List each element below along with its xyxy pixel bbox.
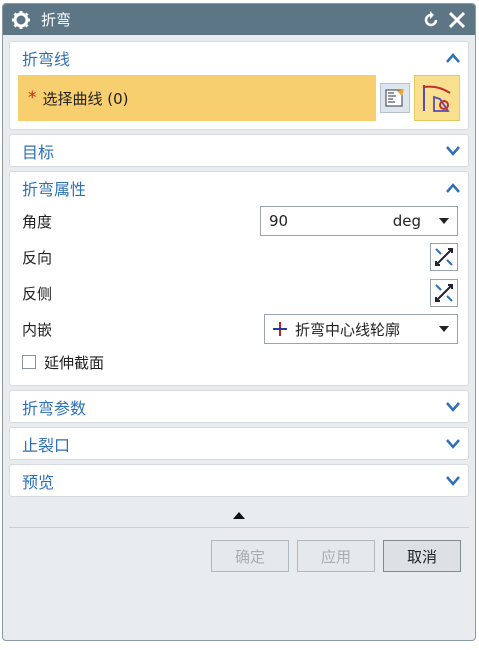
section-bend-params: 折弯参数 — [9, 390, 469, 423]
section-target-label: 目标 — [22, 142, 55, 162]
section-target: 目标 — [9, 134, 469, 167]
collapse-toggle[interactable] — [3, 503, 475, 527]
section-bend-params-header[interactable]: 折弯参数 — [10, 391, 468, 422]
section-bend-props-label: 折弯属性 — [22, 179, 87, 199]
dialog-footer: 确定 应用 取消 — [3, 528, 475, 572]
section-relief: 止裂口 — [9, 427, 469, 460]
section-bend-props: 折弯属性 角度 90 deg 反向 反侧 内嵌 折弯中心线轮廓 延伸截面 — [9, 171, 469, 386]
dropdown-arrow-icon[interactable] — [439, 218, 449, 224]
section-preview: 预览 — [9, 464, 469, 497]
section-relief-label: 止裂口 — [22, 435, 71, 455]
section-preview-label: 预览 — [22, 472, 55, 492]
triangle-up-icon — [233, 511, 245, 519]
apply-button[interactable]: 应用 — [297, 540, 375, 572]
section-bend-line-header[interactable]: 折弯线 — [10, 42, 468, 73]
gear-icon — [12, 10, 30, 29]
extend-section-label: 延伸截面 — [44, 353, 105, 372]
section-bend-props-header[interactable]: 折弯属性 — [10, 172, 468, 203]
section-bend-params-label: 折弯参数 — [22, 398, 87, 418]
select-curve-field[interactable]: * 选择曲线 (0) — [18, 75, 376, 121]
extend-section-row: 延伸截面 — [10, 347, 468, 377]
section-bend-line: 折弯线 * 选择曲线 (0) — [9, 41, 469, 130]
flip-side-button[interactable] — [430, 279, 458, 307]
bend-dialog: 折弯 折弯线 * 选择曲线 (0) 目标 折弯属性 角度 90 deg 反向 反… — [2, 3, 476, 641]
reverse-label: 反向 — [22, 248, 53, 267]
window-title: 折弯 — [41, 11, 72, 29]
bend-line-icon — [423, 85, 451, 112]
curve-sketch-button[interactable] — [380, 83, 410, 113]
reverse-arrows-icon — [435, 248, 453, 266]
bend-centerline-icon — [273, 322, 287, 336]
angle-unit: deg — [392, 212, 421, 230]
section-relief-header[interactable]: 止裂口 — [10, 428, 468, 459]
required-mark: * — [28, 88, 37, 108]
chevron-down-icon — [446, 401, 460, 412]
reverse-arrows-icon — [435, 284, 453, 302]
sketch-icon — [385, 89, 404, 107]
dropdown-arrow-icon — [439, 326, 449, 332]
select-curve-row: * 选择曲线 (0) — [18, 75, 460, 121]
inset-dropdown[interactable]: 折弯中心线轮廓 — [264, 314, 458, 344]
angle-label: 角度 — [22, 212, 53, 231]
chevron-down-icon — [446, 475, 460, 486]
reverse-row: 反向 — [10, 239, 468, 275]
title-bar[interactable]: 折弯 — [3, 4, 475, 35]
section-bend-line-label: 折弯线 — [22, 49, 71, 69]
angle-input[interactable]: 90 deg — [260, 206, 458, 236]
angle-value: 90 — [269, 212, 289, 230]
angle-row: 角度 90 deg — [10, 203, 468, 239]
chevron-down-icon — [446, 145, 460, 156]
select-curve-label: 选择曲线 (0) — [42, 89, 129, 108]
flip-side-row: 反侧 — [10, 275, 468, 311]
bend-line-tool-button[interactable] — [414, 75, 460, 121]
cancel-button[interactable]: 取消 — [383, 540, 461, 572]
chevron-up-icon — [446, 182, 460, 193]
inset-label: 内嵌 — [22, 320, 53, 339]
reset-icon[interactable] — [421, 10, 441, 30]
close-icon[interactable] — [447, 10, 467, 30]
ok-button[interactable]: 确定 — [211, 540, 289, 572]
flip-side-label: 反侧 — [22, 284, 53, 303]
inset-value: 折弯中心线轮廓 — [295, 320, 401, 339]
section-target-header[interactable]: 目标 — [10, 135, 468, 166]
inset-row: 内嵌 折弯中心线轮廓 — [10, 311, 468, 347]
chevron-down-icon — [446, 438, 460, 449]
reverse-direction-button[interactable] — [430, 243, 458, 271]
chevron-up-icon — [446, 52, 460, 63]
extend-section-checkbox[interactable] — [22, 355, 36, 369]
section-preview-header[interactable]: 预览 — [10, 465, 468, 496]
